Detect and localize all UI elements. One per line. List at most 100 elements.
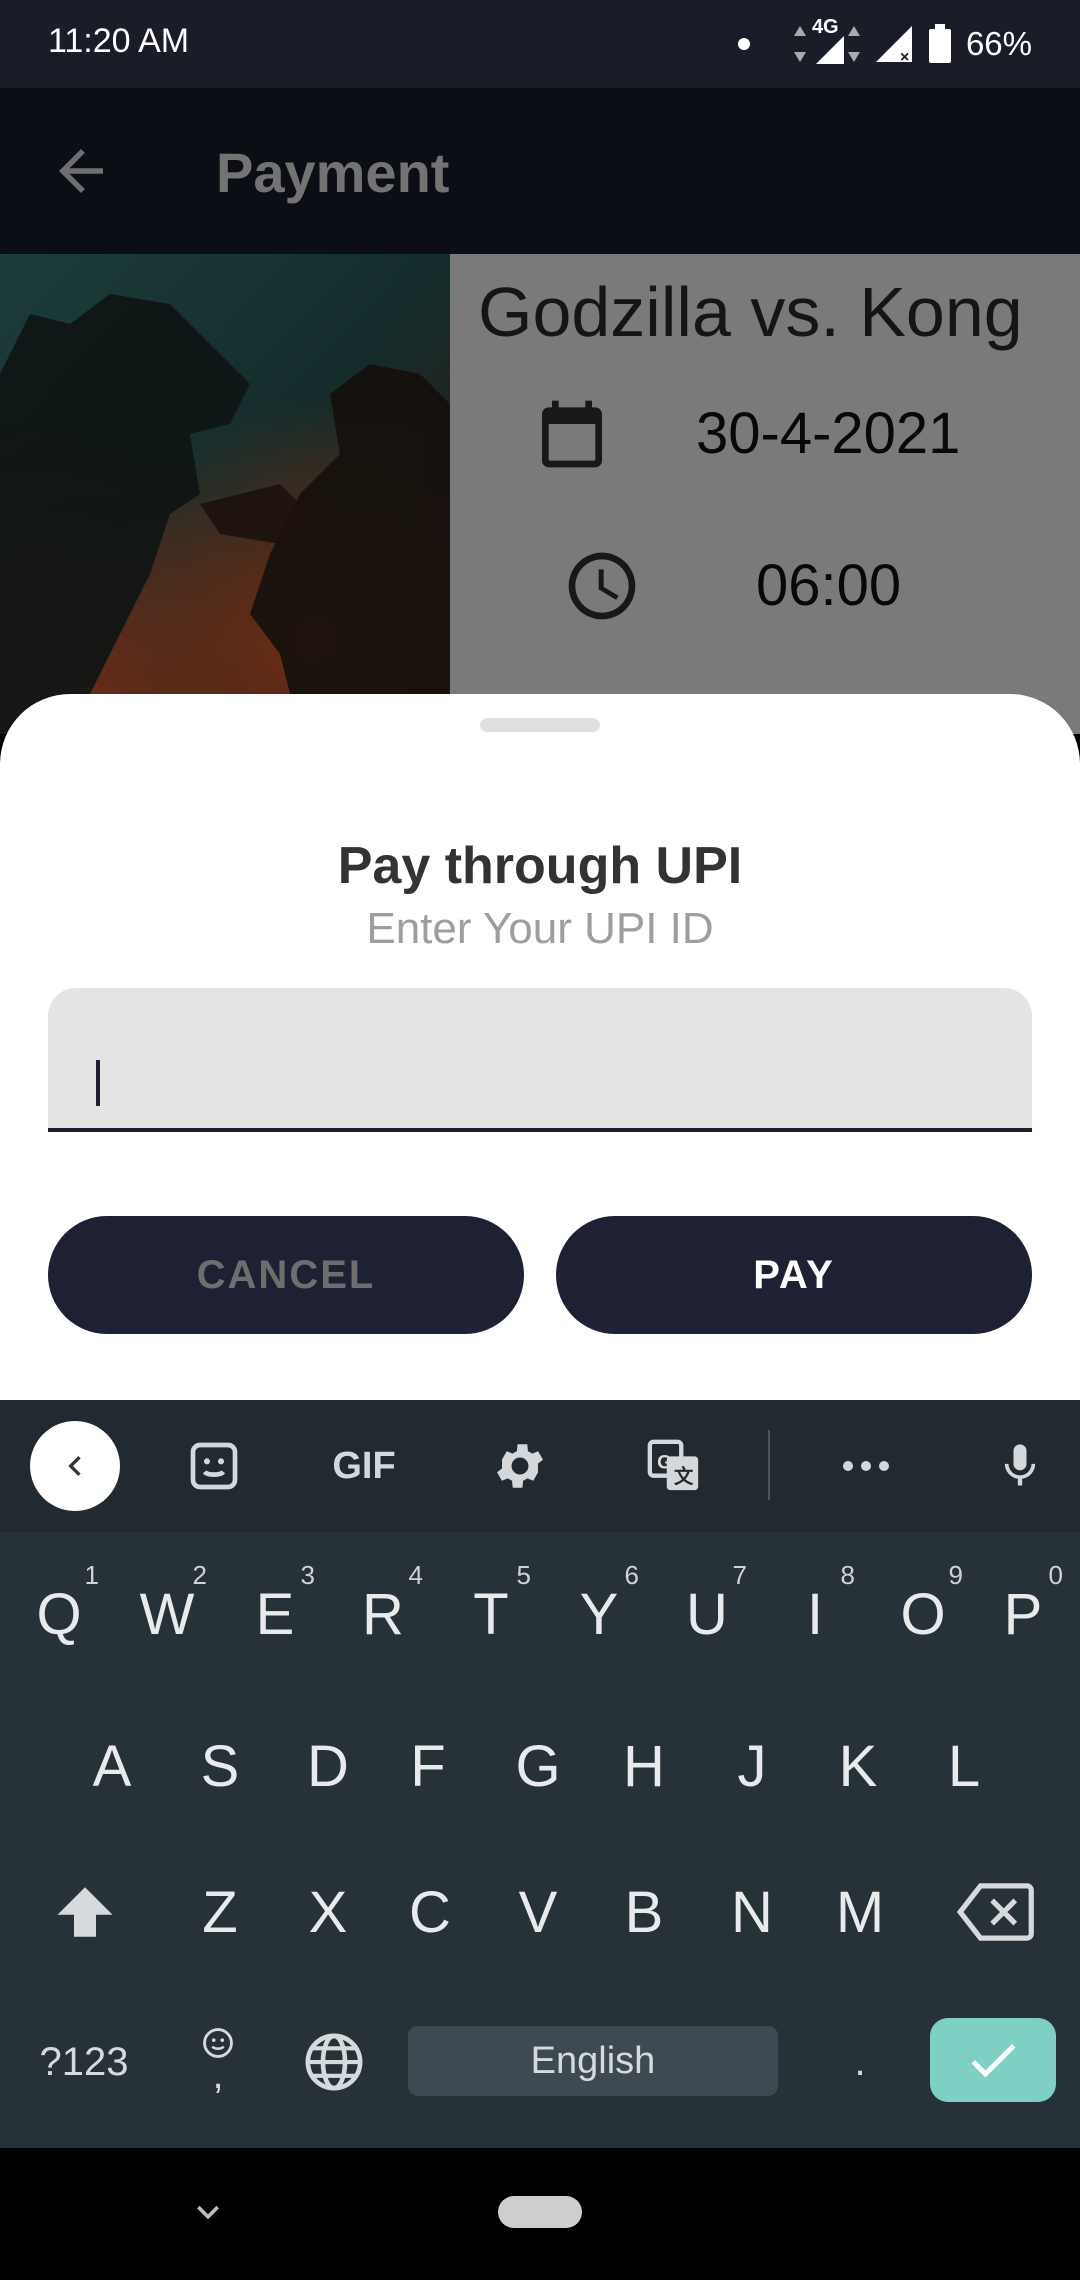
language-key[interactable] xyxy=(280,2002,388,2122)
svg-text:文: 文 xyxy=(674,1465,694,1488)
gif-button[interactable]: GIF xyxy=(318,1424,410,1508)
key-z[interactable]: Z xyxy=(166,1852,274,1972)
calendar-icon xyxy=(542,400,602,468)
enter-key[interactable] xyxy=(930,2018,1056,2102)
key-n[interactable]: N xyxy=(698,1852,806,1972)
gif-label: GIF xyxy=(332,1444,396,1487)
key-o[interactable]: O9 xyxy=(869,1554,977,1674)
keyboard: Q1 W2 E3 R4 T5 Y6 U7 I8 O9 P0 A S D F G … xyxy=(0,1532,1080,2148)
clock-icon xyxy=(568,552,636,620)
keyboard-collapse-button[interactable] xyxy=(30,1421,120,1511)
sticker-icon xyxy=(190,1442,238,1490)
keyboard-settings-button[interactable] xyxy=(482,1424,558,1508)
sticker-button[interactable] xyxy=(176,1424,252,1508)
key-m[interactable]: M xyxy=(806,1852,914,1972)
sheet-subtitle: Enter Your UPI ID xyxy=(366,904,714,953)
key-label: E xyxy=(255,1581,295,1647)
cellular-signal-icon: × xyxy=(875,26,912,64)
key-k[interactable]: K xyxy=(804,1706,912,1826)
key-label: Q xyxy=(36,1581,82,1647)
movie-poster xyxy=(0,254,450,734)
key-p[interactable]: P0 xyxy=(969,1554,1077,1674)
key-h[interactable]: H xyxy=(590,1706,698,1826)
globe-icon xyxy=(305,2033,363,2091)
network-type-icon: 4G xyxy=(793,16,860,66)
key-i[interactable]: I8 xyxy=(761,1554,869,1674)
key-a[interactable]: A xyxy=(58,1706,166,1826)
key-label: R xyxy=(362,1581,404,1647)
key-label: T xyxy=(473,1581,509,1647)
shift-key[interactable] xyxy=(20,1852,150,1972)
key-hint: 1 xyxy=(84,1560,99,1590)
text-cursor xyxy=(96,1060,100,1106)
key-d[interactable]: D xyxy=(274,1706,382,1826)
microphone-icon xyxy=(1004,1444,1036,1486)
key-label: U xyxy=(686,1581,728,1647)
app-bar: Payment xyxy=(0,88,1080,254)
space-key[interactable]: English xyxy=(408,2026,778,2096)
key-t[interactable]: T5 xyxy=(437,1554,545,1674)
key-g[interactable]: G xyxy=(484,1706,592,1826)
voice-input-button[interactable] xyxy=(980,1424,1060,1508)
emoji-key[interactable]: , xyxy=(168,1998,268,2118)
key-b[interactable]: B xyxy=(590,1852,698,1972)
key-hint: 6 xyxy=(624,1560,639,1590)
drag-handle[interactable] xyxy=(480,718,600,732)
key-y[interactable]: Y6 xyxy=(545,1554,653,1674)
cancel-button[interactable]: CANCEL xyxy=(48,1216,524,1334)
key-f[interactable]: F xyxy=(374,1706,482,1826)
movie-title: Godzilla vs. Kong xyxy=(478,273,1023,351)
key-v[interactable]: V xyxy=(484,1852,592,1972)
translate-button[interactable]: G 文 xyxy=(636,1424,712,1508)
symbols-key[interactable]: ?123 xyxy=(14,2002,154,2122)
pay-button[interactable]: PAY xyxy=(556,1216,1032,1334)
page-title: Payment xyxy=(216,141,450,204)
key-j[interactable]: J xyxy=(698,1706,806,1826)
key-r[interactable]: R4 xyxy=(329,1554,437,1674)
key-hint: 3 xyxy=(300,1560,315,1590)
toolbar-divider xyxy=(768,1430,770,1500)
show-date: 30-4-2021 xyxy=(696,401,961,466)
key-label: P xyxy=(1003,1581,1043,1647)
upi-payment-sheet: Pay through UPI Enter Your UPI ID CANCEL… xyxy=(0,694,1080,1400)
key-q[interactable]: Q1 xyxy=(5,1554,113,1674)
back-arrow-icon[interactable] xyxy=(48,138,114,204)
period-key[interactable]: . xyxy=(810,2002,910,2122)
key-w[interactable]: W2 xyxy=(113,1554,221,1674)
checkmark-icon xyxy=(971,2044,1016,2078)
show-time: 06:00 xyxy=(756,553,902,618)
keyboard-toolbar: GIF G 文 xyxy=(0,1400,1080,1532)
svg-text:G: G xyxy=(657,1452,672,1473)
sheet-title: Pay through UPI xyxy=(337,837,743,895)
key-hint: 0 xyxy=(1048,1560,1063,1590)
key-s[interactable]: S xyxy=(166,1706,274,1826)
key-hint: 5 xyxy=(516,1560,531,1590)
gear-icon xyxy=(497,1444,543,1488)
key-c[interactable]: C xyxy=(376,1852,484,1972)
key-hint: 4 xyxy=(408,1560,423,1590)
key-l[interactable]: L xyxy=(910,1706,1018,1826)
key-label: Y xyxy=(579,1581,619,1647)
key-label: W xyxy=(139,1581,195,1647)
translate-icon: G 文 xyxy=(647,1439,699,1491)
notification-dot-icon xyxy=(737,38,750,50)
status-bar: 11:20 AM 4G × 66% xyxy=(0,0,1080,88)
home-pill[interactable] xyxy=(498,2196,582,2228)
battery-percent: 66% xyxy=(965,25,1032,62)
backspace-key[interactable] xyxy=(930,1852,1060,1972)
key-u[interactable]: U7 xyxy=(653,1554,761,1674)
backspace-icon xyxy=(956,1883,1034,1941)
comma-label: , xyxy=(212,2053,224,2097)
key-hint: 9 xyxy=(948,1560,963,1590)
more-horizontal-icon xyxy=(843,1461,889,1471)
upi-id-input[interactable] xyxy=(48,988,1032,1132)
system-nav-bar xyxy=(0,2148,1080,2280)
status-icons: 4G × 66% xyxy=(737,16,1032,68)
more-options-button[interactable] xyxy=(826,1424,906,1508)
svg-text:×: × xyxy=(900,49,909,64)
key-x[interactable]: X xyxy=(274,1852,382,1972)
key-e[interactable]: E3 xyxy=(221,1554,329,1674)
movie-info: Godzilla vs. Kong 30-4-2021 06:00 xyxy=(0,254,1080,734)
chevron-down-icon[interactable] xyxy=(186,2190,230,2234)
key-label: O xyxy=(900,1581,946,1647)
